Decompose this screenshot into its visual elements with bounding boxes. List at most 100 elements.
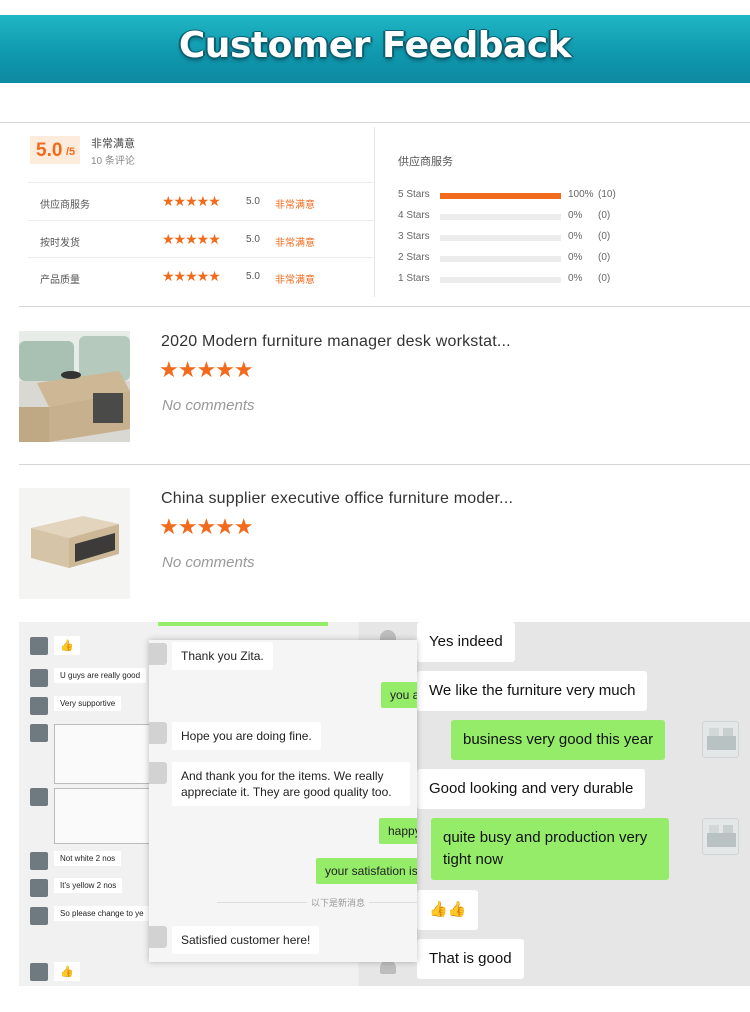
avatar (149, 643, 167, 665)
rating-level: 非常满意 (275, 237, 315, 249)
message-bubble-sent: quite busy and production very tight now (431, 818, 669, 880)
message-bubble: Yes indeed (417, 622, 515, 662)
avatar (702, 721, 739, 758)
avatar (30, 963, 48, 981)
avatar (380, 960, 396, 974)
avatar (30, 669, 48, 687)
star-rating: ★★★★★ (159, 357, 254, 382)
distribution-bar (440, 214, 561, 220)
message-bubble-sent: happy (379, 818, 417, 844)
rating-row: 按时发货 ★★★★★ 5.0 非常满意 (28, 219, 373, 258)
avatar (30, 788, 48, 806)
overall-score: 5.0 (36, 140, 63, 161)
message-bubble: Thank you Zita. (172, 642, 273, 670)
distribution-label: 5 Stars (398, 189, 430, 200)
product-title[interactable]: China supplier executive office furnitur… (161, 490, 513, 508)
distribution-percent: 0% (568, 252, 583, 263)
avatar (30, 879, 48, 897)
star-rating: ★★★★★ (159, 514, 254, 539)
distribution-bar (440, 277, 561, 283)
avatar (30, 724, 48, 742)
avatar (30, 852, 48, 870)
chat-panel-right: Yes indeed We like the furniture very mu… (359, 622, 750, 986)
distribution-bar (440, 193, 561, 199)
distribution-title: 供应商服务 (398, 156, 453, 168)
product-image[interactable] (19, 488, 130, 599)
message-bubble: And thank you for the items. We really a… (172, 762, 410, 806)
distribution-count: (0) (598, 252, 611, 263)
rating-value: 5.0 (246, 233, 260, 245)
distribution-row: 2 Stars 0% (0) (398, 250, 638, 266)
distribution-label: 3 Stars (398, 231, 430, 242)
product-title[interactable]: 2020 Modern furniture manager desk works… (161, 333, 511, 351)
distribution-bar-fill (440, 193, 561, 199)
distribution-row: 3 Stars 0% (0) (398, 229, 638, 245)
rating-row: 产品质量 ★★★★★ 5.0 非常满意 (28, 257, 373, 295)
rating-label: 供应商服务 (40, 200, 90, 211)
message-bubble: Good looking and very durable (417, 769, 646, 809)
distribution-label: 2 Stars (398, 252, 430, 263)
rating-level: 非常满意 (275, 200, 315, 211)
message-bubble: Not white 2 nos (54, 851, 122, 866)
product-review: 2020 Modern furniture manager desk works… (19, 331, 750, 451)
feedback-banner: Customer Feedback (0, 15, 750, 83)
message-bubble: U guys are really good (54, 668, 147, 683)
product-image[interactable] (19, 331, 130, 442)
divider (19, 464, 750, 465)
distribution-count: (0) (598, 273, 611, 284)
sketch-image (54, 724, 154, 784)
avatar (149, 926, 167, 948)
message-bubble-sent: your satisfation is (316, 858, 417, 884)
message-bubble: 👍 (54, 636, 80, 655)
avatar (149, 762, 167, 784)
sketch-image (54, 788, 154, 844)
message-bubble: That is good (417, 939, 524, 979)
distribution-row: 5 Stars 100% (10) (398, 187, 638, 203)
avatar (30, 637, 48, 655)
product-review: China supplier executive office furnitur… (19, 488, 750, 608)
avatar (30, 907, 48, 925)
message-bubble: 👍👍 (417, 890, 479, 930)
divider (0, 122, 750, 123)
star-rating: ★★★★★ (162, 230, 221, 247)
message-bubble-sent: you a (381, 682, 417, 708)
chat-popup-window: Thank you Zita. you a Hope you are doing… (149, 640, 417, 962)
message-bubble: Very supportive (54, 696, 122, 711)
new-messages-separator: 以下是新消息 (307, 896, 370, 909)
distribution-percent: 100% (568, 189, 594, 200)
rating-value: 5.0 (246, 271, 260, 282)
overall-label: 非常满意 (91, 138, 135, 150)
message-bubble: It's yellow 2 nos (54, 878, 123, 893)
rating-level: 非常满意 (275, 275, 315, 286)
distribution-count: (0) (598, 231, 611, 242)
message-bubble: 👍 (54, 962, 80, 981)
message-bubble: Hope you are doing fine. (172, 722, 321, 750)
distribution-percent: 0% (568, 210, 583, 221)
divider (19, 306, 750, 307)
distribution-count: (0) (598, 210, 611, 221)
review-comment: No comments (162, 554, 255, 571)
distribution-percent: 0% (568, 231, 583, 242)
banner-title: Customer Feedback (178, 25, 572, 66)
distribution-row: 4 Stars 0% (0) (398, 208, 638, 224)
rating-value: 5.0 (246, 196, 260, 207)
distribution-bar (440, 256, 561, 262)
star-rating: ★★★★★ (162, 268, 221, 284)
score-suffix: /5 (66, 146, 76, 158)
distribution-count: (10) (598, 189, 616, 200)
avatar (149, 722, 167, 744)
divider (374, 127, 375, 297)
message-bubble: So please change to ye (54, 906, 150, 921)
avatar (702, 818, 739, 855)
rating-row: 供应商服务 ★★★★★ 5.0 非常满意 (28, 182, 373, 220)
distribution-label: 1 Stars (398, 273, 430, 284)
rating-label: 产品质量 (40, 275, 80, 286)
message-bubble: Satisfied customer here! (172, 926, 320, 954)
message-bubble: We like the furniture very much (417, 671, 648, 711)
rating-label: 按时发货 (40, 237, 80, 249)
star-rating: ★★★★★ (162, 193, 221, 209)
review-count: 10 条评论 (91, 156, 135, 167)
message-bubble-sent: business very good this year (451, 720, 666, 760)
message-bubble-edge (158, 622, 328, 626)
review-comment: No comments (162, 397, 255, 414)
